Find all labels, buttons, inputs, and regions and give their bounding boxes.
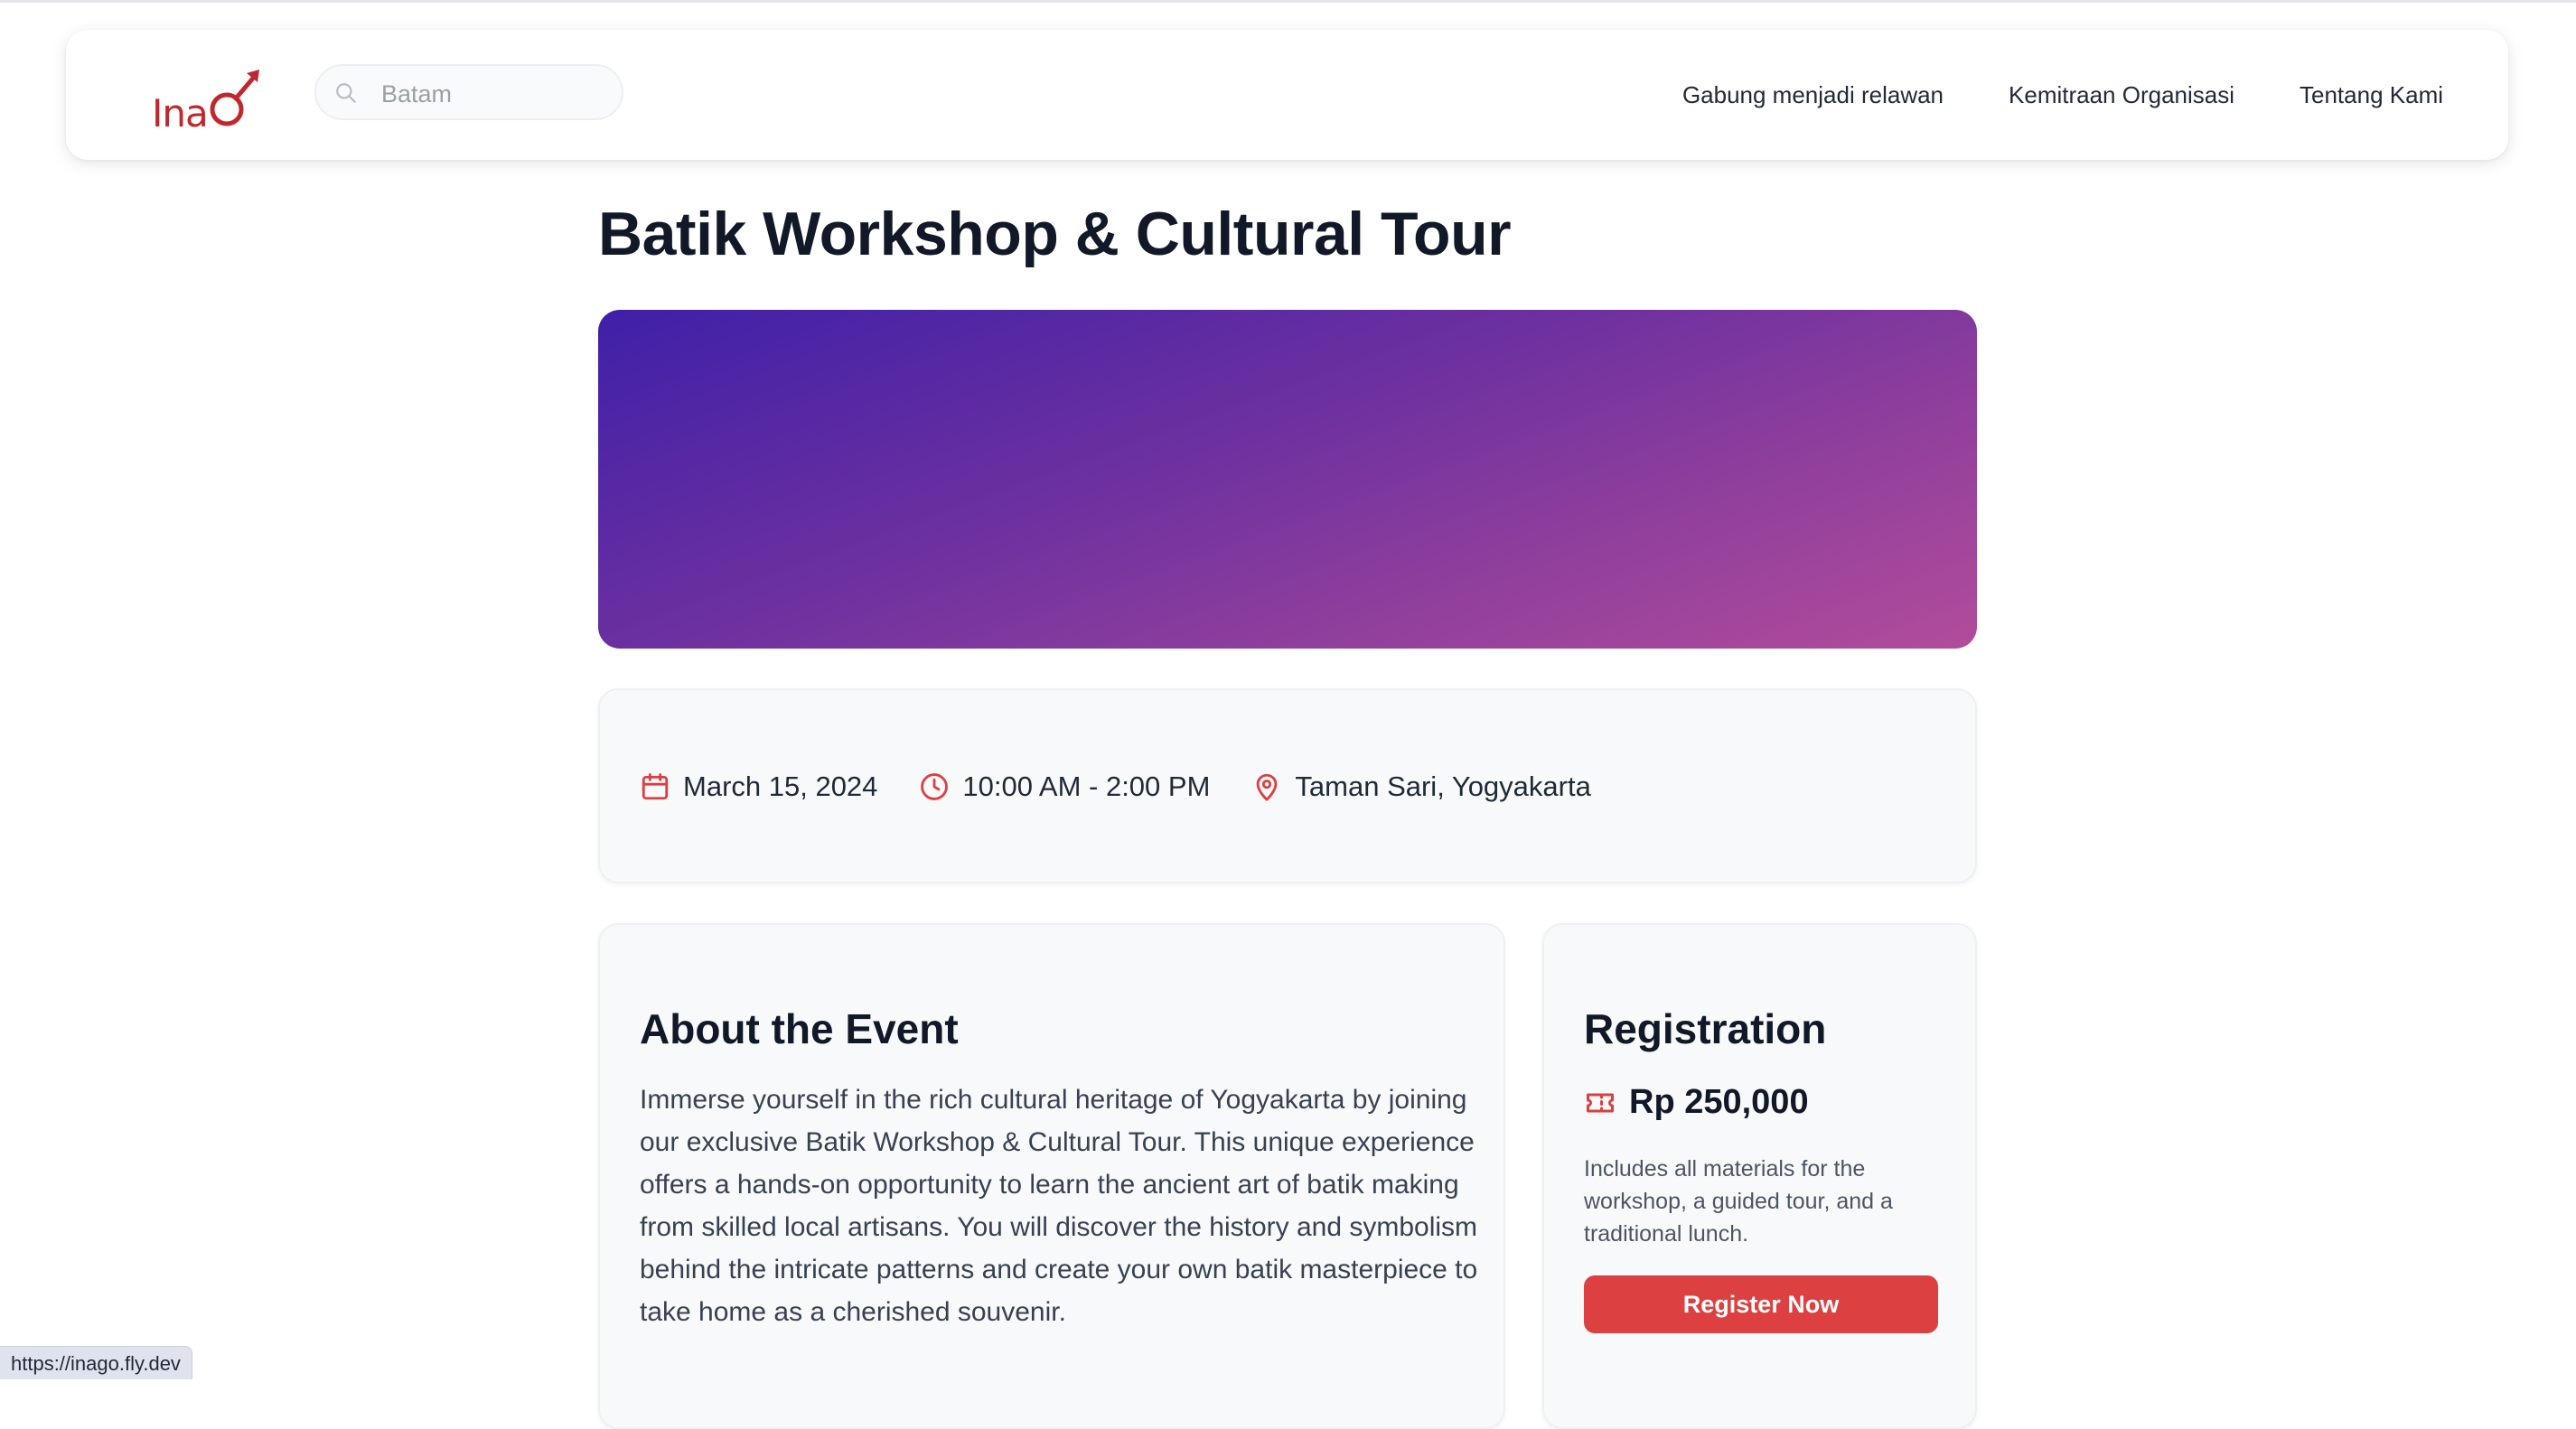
price-text: Rp 250,000: [1629, 1083, 1809, 1121]
price-row: Rp 250,000: [1584, 1083, 1809, 1122]
calendar-icon: [642, 773, 669, 800]
event-hero-banner: [598, 310, 1977, 649]
event-location-text: Taman Sari, Yogyakarta: [1295, 771, 1591, 802]
registration-description: Includes all materials for the workshop,…: [1584, 1156, 1893, 1247]
logo-text: Ina: [152, 91, 209, 135]
search-input[interactable]: [379, 75, 609, 113]
map-pin-icon: [1257, 773, 1278, 801]
nav-link-partnership[interactable]: Kemitraan Organisasi: [2009, 81, 2234, 109]
event-title: Batik Workshop & Cultural Tour: [598, 200, 1512, 268]
about-event-card: About the Event Immerse yourself in the …: [598, 923, 1505, 1429]
status-bar-url: https://inago.fly.dev: [0, 1346, 192, 1379]
event-location: Taman Sari, Yogyakarta: [1251, 771, 1591, 803]
register-now-button[interactable]: Register Now: [1584, 1275, 1938, 1333]
logo[interactable]: Ina: [152, 55, 269, 136]
event-time-text: 10:00 AM - 2:00 PM: [962, 771, 1211, 802]
about-description: Immerse yourself in the rich cultural he…: [640, 1085, 1478, 1327]
about-heading: About the Event: [640, 1005, 959, 1052]
clock-icon: [921, 773, 949, 800]
event-date-text: March 15, 2024: [683, 771, 878, 802]
site-header: Ina Gabung menjadi relawan Kemitraan Org…: [66, 30, 2508, 160]
nav-link-volunteer[interactable]: Gabung menjadi relawan: [1682, 81, 1944, 109]
logo-mark-icon: [210, 70, 259, 126]
registration-heading: Registration: [1584, 1005, 1827, 1052]
ticket-icon: [1587, 1093, 1614, 1112]
browser-top-border: [0, 0, 2576, 3]
main-nav: Gabung menjadi relawan Kemitraan Organis…: [1617, 30, 2443, 160]
registration-card: Registration Rp 250,000 Includes all mat…: [1542, 923, 1977, 1429]
event-date: March 15, 2024: [640, 771, 877, 803]
event-info-row: March 15, 2024 10:00 AM - 2:00 PM Taman …: [640, 764, 1633, 809]
event-info-card: March 15, 2024 10:00 AM - 2:00 PM Taman …: [598, 688, 1977, 883]
event-time: 10:00 AM - 2:00 PM: [919, 771, 1210, 803]
nav-link-about[interactable]: Tentang Kami: [2300, 81, 2443, 109]
search-box[interactable]: [314, 64, 623, 120]
search-icon: [336, 83, 356, 103]
